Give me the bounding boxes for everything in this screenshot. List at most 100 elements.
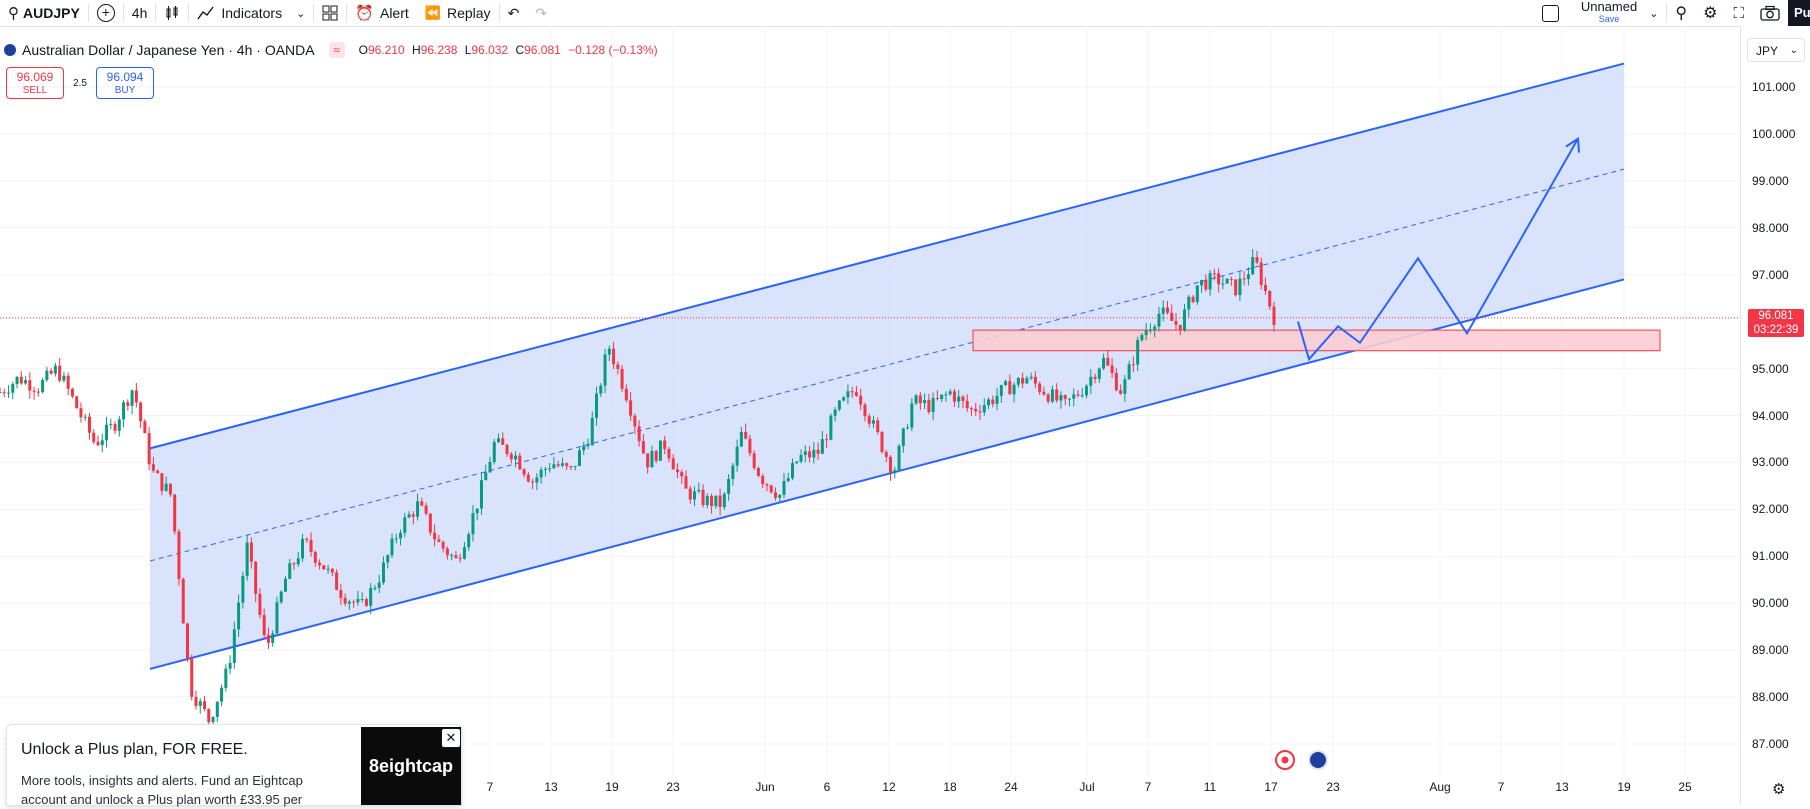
promo-banner[interactable]: Unlock a Plus plan, FOR FREE. More tools… — [6, 724, 462, 807]
settings-button[interactable]: ⚙ — [1695, 0, 1725, 26]
time-label: 23 — [666, 780, 680, 794]
alert-button[interactable]: ⏰ Alert — [347, 0, 416, 26]
price-chart[interactable] — [0, 26, 1740, 804]
candle-body — [462, 547, 466, 559]
layout-selector[interactable]: Unnamed Save ⌄ — [1534, 0, 1667, 26]
candle-body — [791, 463, 795, 479]
candle-body — [360, 599, 364, 601]
trade-buttons: 96.069 SELL 2.5 96.094 BUY — [6, 67, 154, 99]
candle-body — [1089, 376, 1093, 386]
candle-body — [987, 399, 991, 406]
interval-button[interactable]: 4h — [124, 0, 156, 26]
candle-body — [75, 396, 79, 409]
candle-body — [1021, 377, 1025, 384]
snapshot-button[interactable] — [1752, 0, 1788, 26]
undo-button[interactable]: ↶ — [500, 0, 528, 26]
time-label: 18 — [943, 780, 957, 794]
candle-body — [134, 390, 138, 403]
candle-body — [893, 470, 897, 473]
candle-body — [394, 538, 398, 540]
publish-button[interactable]: Pu — [1788, 0, 1810, 26]
legend-title[interactable]: Australian Dollar / Japanese Yen · 4h · … — [22, 42, 315, 58]
candle-body — [765, 484, 769, 486]
axis-settings-button[interactable]: ⚙ — [1772, 780, 1785, 798]
time-label: 7 — [1497, 780, 1505, 794]
buy-button[interactable]: 96.094 BUY — [96, 67, 154, 99]
quick-search-button[interactable]: ⚲ — [1667, 0, 1695, 26]
sell-button[interactable]: 96.069 SELL — [6, 67, 64, 99]
price-label: 94.000 — [1752, 408, 1789, 423]
candle-body — [812, 449, 816, 458]
candle-body — [543, 468, 547, 470]
candle-body — [539, 469, 543, 478]
candle-body — [296, 558, 300, 565]
candle-body — [1161, 307, 1165, 314]
event-markers — [1275, 750, 1328, 770]
candle-body — [616, 364, 620, 370]
replay-button[interactable]: ⏪ Replay — [417, 0, 499, 26]
candle-body — [756, 468, 760, 476]
magnifier-bolt-icon: ⚲ — [1675, 5, 1688, 22]
indicators-button[interactable]: Indicators ⌄ — [189, 0, 313, 26]
candle-body — [471, 513, 475, 535]
candle-body — [249, 542, 253, 562]
current-price: 96.081 — [1758, 309, 1794, 322]
alert-label: Alert — [379, 5, 409, 21]
right-toolbar: Unnamed Save ⌄ ⚲ ⚙ ⛶ Pu — [1534, 0, 1810, 26]
candle-body — [1255, 257, 1259, 263]
top-toolbar: ⚲ AUDJPY + 4h Indicators ⌄ ⏰ Alert ⏪ Rep… — [0, 0, 1810, 27]
candle-body — [492, 441, 496, 462]
candle-body — [1004, 381, 1008, 386]
candle-body — [322, 565, 326, 570]
candle-body — [1174, 320, 1178, 325]
time-label: 23 — [1326, 780, 1340, 794]
candle-body — [859, 395, 863, 405]
candle-body — [475, 508, 479, 514]
candle-body — [552, 464, 556, 469]
candle-body — [884, 452, 888, 457]
time-label: 17 — [1264, 780, 1278, 794]
layout-grid-button[interactable] — [314, 0, 346, 26]
redo-button[interactable]: ↷ — [527, 0, 555, 26]
candle-body — [497, 438, 501, 442]
candle-body — [126, 402, 130, 406]
compare-button[interactable]: + — [89, 0, 123, 26]
candle-body — [675, 469, 679, 473]
candle-body — [1093, 376, 1097, 379]
candle-body — [1183, 309, 1187, 331]
candle-body — [364, 599, 368, 606]
candle-body — [356, 599, 360, 603]
candle-body — [1204, 279, 1208, 290]
candle-body — [1157, 313, 1161, 327]
candle-body — [424, 505, 428, 514]
rewind-icon: ⏪ — [424, 5, 441, 20]
fullscreen-button[interactable]: ⛶ — [1725, 0, 1752, 26]
candle-body — [940, 394, 944, 400]
candle-body — [1191, 296, 1195, 303]
chart-type-button[interactable] — [156, 0, 188, 26]
currency-label: JPY — [1756, 44, 1779, 58]
candle-body — [58, 365, 62, 381]
candle-body — [863, 404, 867, 417]
price-label: 101.000 — [1752, 80, 1796, 94]
candle-body — [1123, 379, 1127, 394]
currency-selector[interactable]: JPY ⌄ — [1747, 38, 1805, 62]
candle-body — [876, 420, 880, 433]
candle-body — [347, 601, 351, 604]
candle-body — [437, 539, 441, 542]
candle-body — [1025, 378, 1029, 384]
candle-body — [735, 446, 739, 466]
close-button[interactable]: ✕ — [441, 728, 461, 748]
candle-body — [1072, 394, 1076, 399]
symbol-search[interactable]: ⚲ AUDJPY — [0, 0, 88, 26]
candle-body — [901, 428, 905, 446]
candle-body — [748, 438, 752, 454]
candle-body — [603, 354, 607, 386]
candle-body — [224, 668, 228, 688]
candle-body — [1097, 368, 1101, 379]
time-label: Aug — [1429, 780, 1451, 794]
candle-body — [288, 563, 292, 579]
candle-body — [326, 568, 330, 570]
candle-body — [428, 513, 432, 533]
candle-body — [518, 455, 522, 470]
